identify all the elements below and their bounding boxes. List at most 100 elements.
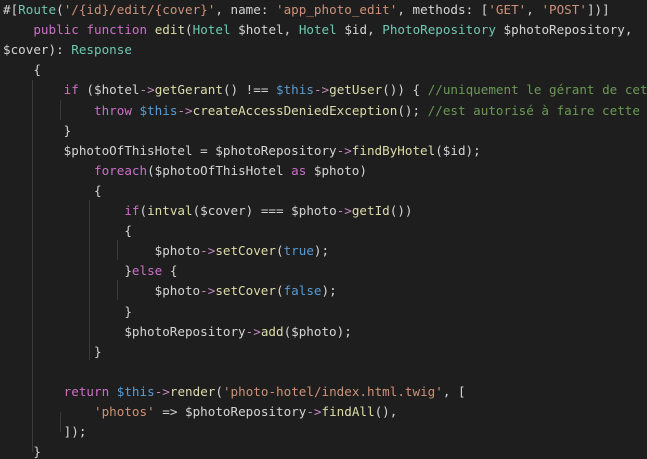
code-token: $hotel, xyxy=(230,22,299,38)
code-token: if xyxy=(63,82,79,98)
code-token: getGerant xyxy=(154,82,223,98)
code-line[interactable]: public function edit(Hotel $hotel, Hotel… xyxy=(3,20,632,40)
code-token: ( xyxy=(275,243,284,259)
code-line[interactable]: ]); xyxy=(3,422,87,442)
code-token: $cover): xyxy=(3,42,72,58)
code-token: ($cover) === $photo xyxy=(192,203,337,218)
code-token: } xyxy=(3,122,72,138)
code-token: foreach xyxy=(94,162,148,178)
code-token: false xyxy=(283,283,322,299)
code-token: render xyxy=(169,383,216,399)
code-token: 'POST' xyxy=(541,2,587,17)
code-token: ($id); xyxy=(435,142,481,158)
code-line[interactable]: { xyxy=(3,60,41,80)
code-token: $photo xyxy=(3,283,201,299)
code-line[interactable]: } xyxy=(3,302,132,322)
code-line[interactable]: return $this->render('photo-hotel/index.… xyxy=(3,382,466,402)
code-line[interactable]: if ($hotel->getGerant() !== $this->getUs… xyxy=(3,80,647,100)
code-token: 'app_photo_edit' xyxy=(276,2,398,17)
code-token: $photo xyxy=(3,243,201,259)
code-token: $photo) xyxy=(306,162,367,178)
code-token: (), xyxy=(374,404,398,419)
code-token: createAccessDeniedException xyxy=(192,102,398,118)
code-token: $photoRepository, xyxy=(495,22,633,38)
code-token: ( xyxy=(139,203,148,218)
code-token: $this xyxy=(116,383,155,399)
code-line[interactable]: #[Route('/{id}/edit/{cover}', name: 'app… xyxy=(3,0,610,20)
code-token: edit xyxy=(154,22,186,38)
code-line[interactable]: $photo->setCover(false); xyxy=(3,281,337,301)
code-token: ); xyxy=(321,283,337,299)
code-token: ]); xyxy=(3,424,87,440)
code-token: -> xyxy=(336,203,352,218)
code-token: public xyxy=(33,22,79,38)
code-token: ); xyxy=(313,243,330,259)
code-line[interactable]: if(intval($cover) === $photo->getId()) xyxy=(3,201,412,221)
code-token: (); xyxy=(397,102,428,118)
code-line[interactable]: $photo->setCover(true); xyxy=(3,241,329,261)
code-token: -> xyxy=(336,142,352,158)
code-token: Route xyxy=(18,2,57,17)
code-line[interactable]: } xyxy=(3,342,102,362)
code-token: { xyxy=(3,62,41,78)
code-token: Hotel xyxy=(192,22,231,38)
code-line[interactable]: { xyxy=(3,221,132,241)
code-token: , name: xyxy=(215,2,277,17)
code-token: 'GET' xyxy=(488,2,527,17)
code-token: Response xyxy=(71,42,132,58)
code-editor[interactable]: #[Route('/{id}/edit/{cover}', name: 'app… xyxy=(0,0,647,459)
code-token: } xyxy=(3,263,132,279)
code-line[interactable]: $photoRepository->add($photo); xyxy=(3,322,352,342)
code-token: '/{id}/edit/{cover}' xyxy=(63,2,216,17)
code-token: -> xyxy=(245,323,261,339)
code-token: -> xyxy=(177,102,193,118)
code-line[interactable]: throw $this->createAccessDeniedException… xyxy=(3,101,647,121)
code-token: //est autorisé à faire cette action xyxy=(427,102,640,118)
code-token: -> xyxy=(154,383,170,399)
code-token: $this xyxy=(139,102,178,118)
code-token: if xyxy=(124,203,140,218)
code-token: PhotoRepository xyxy=(382,22,496,38)
code-line[interactable]: 'photos' => $photoRepository->findAll(), xyxy=(3,402,397,422)
code-token: , [ xyxy=(442,383,466,399)
code-token: -> xyxy=(200,283,216,299)
code-token: , methods: [ xyxy=(397,2,489,17)
code-token: => $photoRepository xyxy=(154,404,307,419)
code-token: -> xyxy=(313,82,330,98)
code-line[interactable]: } xyxy=(3,121,72,141)
code-token: Hotel xyxy=(298,22,337,38)
code-token: ($photoOfThisHotel xyxy=(147,162,292,178)
code-token: else xyxy=(131,263,163,279)
code-line[interactable]: }else { xyxy=(3,261,177,281)
code-token: -> xyxy=(200,243,216,259)
code-token: ])] xyxy=(586,2,610,17)
code-line[interactable]: { xyxy=(3,181,102,201)
code-token: add xyxy=(260,323,284,339)
code-token: ($photo); xyxy=(283,323,352,339)
code-token: ()) { xyxy=(382,82,428,98)
code-token: $photoRepository xyxy=(3,323,246,339)
code-token: getId xyxy=(351,203,390,218)
code-token: } xyxy=(3,343,102,359)
code-token: { xyxy=(3,223,132,239)
code-token: as xyxy=(291,162,307,178)
code-token: getUser xyxy=(329,82,383,98)
code-token: findByHotel xyxy=(351,142,436,158)
code-token: { xyxy=(162,263,178,279)
code-token: ( xyxy=(275,283,284,299)
code-token: } xyxy=(3,303,132,319)
code-line[interactable]: $photoOfThisHotel = $photoRepository->fi… xyxy=(3,141,481,161)
code-token: findAll xyxy=(321,404,375,419)
code-line[interactable]: $cover): Response xyxy=(3,40,132,60)
code-line[interactable]: foreach($photoOfThisHotel as $photo) xyxy=(3,161,367,181)
code-token: ($hotel xyxy=(78,82,140,98)
code-line[interactable]: } xyxy=(3,442,41,459)
